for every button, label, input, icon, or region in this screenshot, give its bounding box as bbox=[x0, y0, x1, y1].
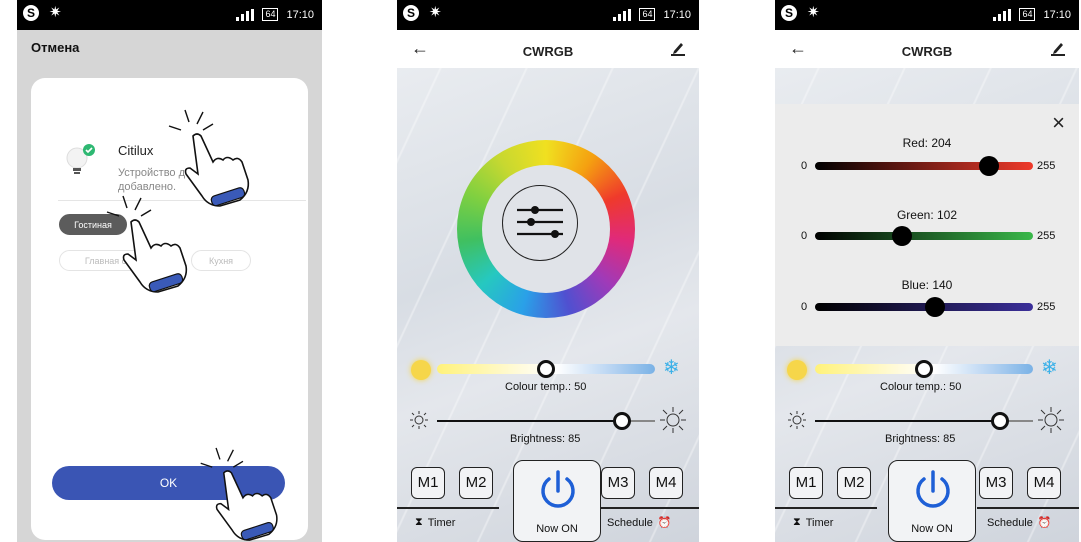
signal-icon bbox=[236, 8, 255, 21]
close-icon[interactable]: × bbox=[1052, 110, 1065, 136]
schedule-label: Schedule bbox=[607, 516, 653, 529]
red-slider[interactable] bbox=[815, 162, 1033, 170]
status-bar: S ✷ 64 17:10 bbox=[775, 0, 1079, 30]
green-knob[interactable] bbox=[892, 226, 913, 246]
battery-icon: 64 bbox=[1019, 8, 1036, 21]
brightness-label: Brightness: 85 bbox=[510, 433, 581, 445]
timer-button[interactable]: ⧗ Timer bbox=[415, 516, 455, 529]
alarm-clock-icon: ⏰ bbox=[1037, 517, 1052, 529]
sun-icon: ✷ bbox=[807, 4, 820, 21]
warm-light-icon bbox=[411, 360, 431, 380]
clock: 17:10 bbox=[286, 8, 314, 21]
timer-label: Timer bbox=[805, 516, 834, 529]
power-button[interactable]: Now ON bbox=[513, 460, 601, 542]
red-label: Red: 204 bbox=[902, 136, 952, 150]
warm-light-icon bbox=[787, 360, 807, 380]
bulb-icon bbox=[66, 144, 95, 174]
status-bar: S ✷ 64 17:10 bbox=[17, 0, 322, 30]
brightness-high-icon bbox=[660, 407, 686, 433]
hourglass-icon: ⧗ bbox=[415, 516, 423, 528]
battery-icon: 64 bbox=[639, 8, 656, 21]
snowflake-icon: ❄ bbox=[663, 357, 680, 379]
page-title: CWRGB bbox=[901, 44, 953, 59]
sun-icon: ✷ bbox=[49, 4, 62, 21]
skype-icon: S bbox=[781, 5, 797, 21]
brightness-low-icon bbox=[410, 411, 428, 429]
blue-knob[interactable] bbox=[924, 297, 945, 317]
room-chip-kitchen[interactable]: Кухня bbox=[191, 250, 251, 271]
red-knob[interactable] bbox=[979, 156, 1000, 176]
brightness-low-icon bbox=[788, 411, 806, 429]
m3-button[interactable]: M3 bbox=[979, 467, 1013, 499]
device-name: Citilux bbox=[118, 143, 154, 158]
skype-icon: S bbox=[403, 5, 419, 21]
timer-button[interactable]: ⧗ Timer bbox=[793, 516, 833, 529]
hand-pointer-icon bbox=[168, 109, 250, 207]
blue-max: 255 bbox=[1037, 301, 1056, 313]
blue-label: Blue: 140 bbox=[901, 278, 953, 292]
sun-icon: ✷ bbox=[429, 4, 442, 21]
m4-button[interactable]: M4 bbox=[649, 467, 683, 499]
schedule-button[interactable]: Schedule ⏰ bbox=[607, 516, 672, 530]
power-icon bbox=[916, 470, 950, 508]
green-min: 0 bbox=[801, 230, 808, 242]
edit-icon[interactable] bbox=[1051, 40, 1065, 56]
snowflake-icon: ❄ bbox=[1041, 357, 1058, 379]
green-max: 255 bbox=[1037, 230, 1056, 242]
screen-add-device: S ✷ 64 17:10 Отмена Citilux Устройство д… bbox=[17, 0, 322, 542]
m2-button[interactable]: M2 bbox=[459, 467, 493, 499]
timer-label: Timer bbox=[427, 516, 456, 529]
power-button[interactable]: Now ON bbox=[888, 460, 976, 542]
app-bar: ← CWRGB bbox=[775, 30, 1079, 68]
schedule-label: Schedule bbox=[987, 516, 1033, 529]
colour-temp-knob[interactable] bbox=[915, 360, 933, 378]
power-icon bbox=[541, 470, 575, 508]
m1-button[interactable]: M1 bbox=[411, 467, 445, 499]
power-label: Now ON bbox=[911, 523, 953, 535]
brightness-label: Brightness: 85 bbox=[885, 433, 956, 445]
page-title: CWRGB bbox=[522, 44, 574, 59]
hourglass-icon: ⧗ bbox=[793, 516, 801, 528]
schedule-button[interactable]: Schedule ⏰ bbox=[987, 516, 1052, 530]
clock: 17:10 bbox=[1043, 8, 1071, 21]
edit-icon[interactable] bbox=[671, 40, 685, 56]
m3-button[interactable]: M3 bbox=[601, 467, 635, 499]
rgb-panel: × Red: 204 0 255 Green: 102 0 255 Blue: … bbox=[775, 104, 1079, 346]
red-max: 255 bbox=[1037, 160, 1056, 172]
skype-icon: S bbox=[23, 5, 39, 21]
power-label: Now ON bbox=[536, 523, 578, 535]
color-wheel[interactable] bbox=[457, 140, 635, 318]
m2-button[interactable]: M2 bbox=[837, 467, 871, 499]
colour-temp-label: Colour temp.: 50 bbox=[880, 381, 962, 393]
screen-rgb-sliders: S ✷ 64 17:10 ← CWRGB × Red: 204 0 255 Gr… bbox=[775, 0, 1079, 542]
adjust-button[interactable] bbox=[502, 185, 578, 261]
hand-pointer-icon bbox=[200, 447, 278, 541]
clock: 17:10 bbox=[663, 8, 691, 21]
cancel-button[interactable]: Отмена bbox=[31, 40, 79, 55]
battery-icon: 64 bbox=[262, 8, 279, 21]
blue-min: 0 bbox=[801, 301, 808, 313]
signal-icon bbox=[993, 8, 1012, 21]
green-slider[interactable] bbox=[815, 232, 1033, 240]
signal-icon bbox=[613, 8, 632, 21]
m1-button[interactable]: M1 bbox=[789, 467, 823, 499]
screen-color-wheel: S ✷ 64 17:10 ← CWRGB ❄ Colour temp.: 50 … bbox=[397, 0, 699, 542]
colour-temp-knob[interactable] bbox=[537, 360, 555, 378]
brightness-high-icon bbox=[1038, 407, 1064, 433]
colour-temp-label: Colour temp.: 50 bbox=[505, 381, 587, 393]
app-bar: ← CWRGB bbox=[397, 30, 699, 68]
status-bar: S ✷ 64 17:10 bbox=[397, 0, 699, 30]
green-label: Green: 102 bbox=[896, 208, 958, 222]
red-min: 0 bbox=[801, 160, 808, 172]
hand-pointer-icon bbox=[106, 195, 188, 293]
alarm-clock-icon: ⏰ bbox=[657, 517, 672, 529]
m4-button[interactable]: M4 bbox=[1027, 467, 1061, 499]
equalizer-icon bbox=[517, 206, 563, 238]
